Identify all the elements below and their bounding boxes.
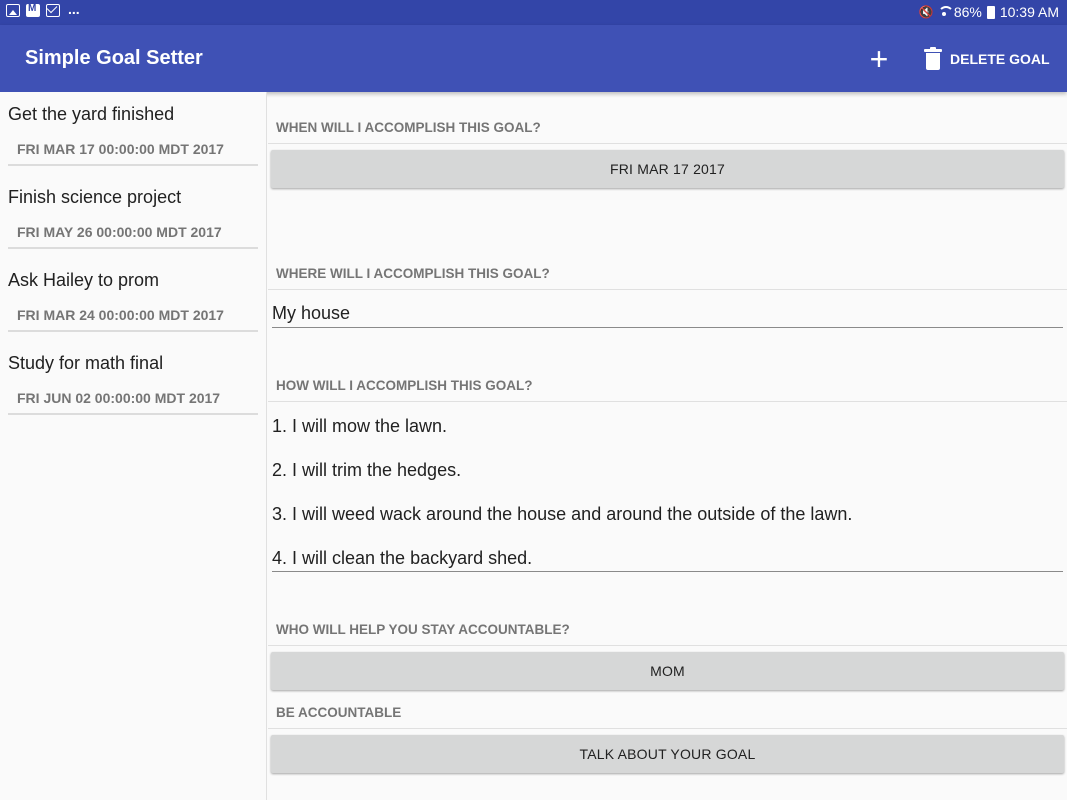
battery-percent: 86% xyxy=(953,4,982,20)
goal-title: Finish science project xyxy=(8,187,182,207)
how-line: 1. I will mow the lawn. xyxy=(272,416,448,436)
goal-date: FRI MAR 17 00:00:00 MDT 2017 xyxy=(8,141,258,166)
goal-date: FRI JUN 02 00:00:00 MDT 2017 xyxy=(8,390,258,415)
where-header: WHERE WILL I ACCOMPLISH THIS GOAL? xyxy=(268,266,1067,290)
goal-title: Get the yard finished xyxy=(8,104,175,124)
goal-list-item[interactable]: Get the yard finished FRI MAR 17 00:00:0… xyxy=(0,92,266,175)
notification-icons: ... xyxy=(6,0,80,17)
goal-list: Get the yard finished FRI MAR 17 00:00:0… xyxy=(0,92,267,800)
goal-detail: WHEN WILL I ACCOMPLISH THIS GOAL? FRI MA… xyxy=(268,92,1067,800)
goal-list-item[interactable]: Ask Hailey to prom FRI MAR 24 00:00:00 M… xyxy=(0,258,266,341)
system-icons: 🔇 86% 10:39 AM xyxy=(919,4,1059,20)
goal-date: FRI MAR 24 00:00:00 MDT 2017 xyxy=(8,307,258,332)
delete-goal-button[interactable]: DELETE GOAL xyxy=(924,45,1050,73)
talk-about-goal-button[interactable]: TALK ABOUT YOUR GOAL xyxy=(271,735,1064,773)
how-line: 2. I will trim the hedges. xyxy=(272,460,462,480)
image-notification-icon xyxy=(6,4,20,17)
goal-list-item[interactable]: Finish science project FRI MAY 26 00:00:… xyxy=(0,175,266,258)
date-picker-button[interactable]: FRI MAR 17 2017 xyxy=(271,150,1064,188)
app-title: Simple Goal Setter xyxy=(25,47,203,69)
be-accountable-header: BE ACCOUNTABLE xyxy=(268,705,1067,729)
who-header: WHO WILL HELP YOU STAY ACCOUNTABLE? xyxy=(268,622,1067,646)
more-notifications: ... xyxy=(68,0,80,17)
goal-list-item[interactable]: Study for math final FRI JUN 02 00:00:00… xyxy=(0,341,266,424)
status-bar: ... 🔇 86% 10:39 AM xyxy=(0,0,1067,25)
gmail-notification-icon xyxy=(26,3,40,17)
wifi-icon xyxy=(937,6,954,18)
app-bar: Simple Goal Setter + DELETE GOAL xyxy=(0,25,1067,92)
plus-icon: + xyxy=(869,41,889,77)
goal-title: Ask Hailey to prom xyxy=(8,270,160,290)
battery-icon xyxy=(986,5,995,19)
add-goal-button[interactable]: + xyxy=(862,42,896,76)
how-header: HOW WILL I ACCOMPLISH THIS GOAL? xyxy=(268,378,1067,402)
where-input[interactable]: My house xyxy=(272,303,1063,328)
delete-goal-label: DELETE GOAL xyxy=(950,51,1050,67)
accountability-partner-button[interactable]: MOM xyxy=(271,652,1064,690)
goal-date: FRI MAY 26 00:00:00 MDT 2017 xyxy=(8,224,258,249)
how-textarea[interactable]: 1. I will mow the lawn. 2. I will trim t… xyxy=(272,412,1063,572)
how-line: 4. I will clean the backyard shed. xyxy=(272,548,533,568)
how-line: 3. I will weed wack around the house and… xyxy=(272,504,853,524)
trash-icon xyxy=(924,47,942,71)
mail-notification-icon xyxy=(46,4,60,17)
when-header: WHEN WILL I ACCOMPLISH THIS GOAL? xyxy=(268,120,1067,144)
goal-title: Study for math final xyxy=(8,353,164,373)
mute-icon: 🔇 xyxy=(918,5,934,19)
clock: 10:39 AM xyxy=(999,4,1059,20)
